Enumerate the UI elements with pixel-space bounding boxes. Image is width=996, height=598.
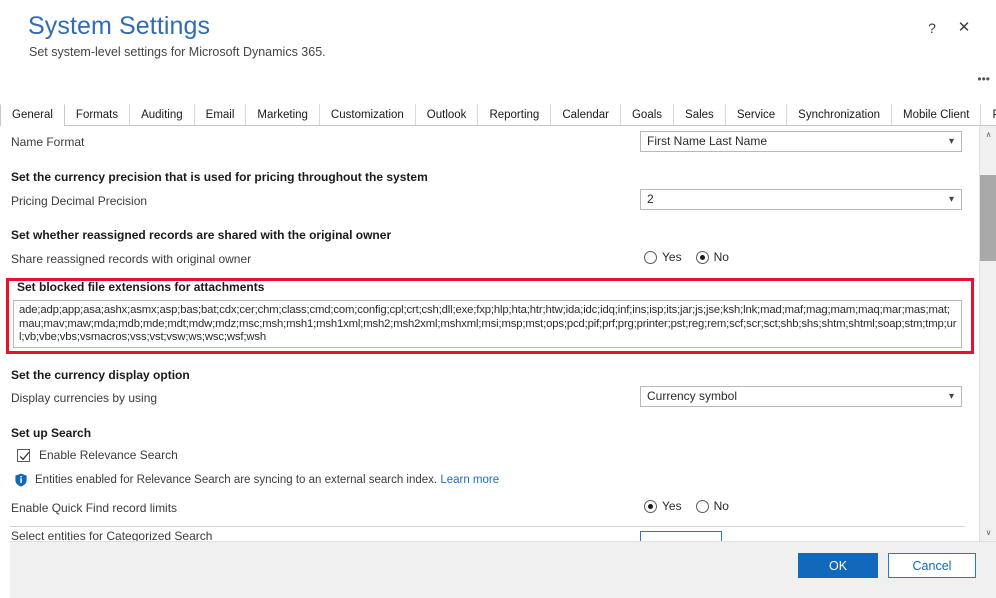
- tab-label: Auditing: [141, 108, 183, 121]
- radio-circle-icon: [695, 499, 709, 513]
- display-currencies-select[interactable]: Currency symbol ▾: [640, 386, 962, 407]
- blocked-extensions-heading: Set blocked file extensions for attachme…: [17, 280, 265, 294]
- checkbox-label: Enable Relevance Search: [39, 448, 178, 462]
- dialog-footer: OK Cancel: [0, 541, 996, 598]
- help-icon[interactable]: ?: [920, 16, 944, 40]
- section-divider: [10, 526, 965, 527]
- reassigned-records-heading: Set whether reassigned records are share…: [11, 228, 392, 242]
- tab-label: Outlook: [426, 108, 467, 121]
- categorized-search-select-button[interactable]: [640, 531, 722, 541]
- pricing-decimal-precision-select[interactable]: 2 ▾: [640, 189, 962, 210]
- tab-service[interactable]: Service: [725, 104, 788, 125]
- relevance-search-info: Entities enabled for Relevance Search ar…: [14, 473, 499, 487]
- tab-mobile-client[interactable]: Mobile Client: [892, 104, 982, 125]
- display-currencies-label: Display currencies by using: [11, 391, 158, 405]
- radio-label: Yes: [662, 499, 682, 513]
- general-settings-form: Name Format First Name Last Name ▾ Set t…: [0, 126, 978, 541]
- tab-label: General: [12, 109, 53, 121]
- ok-button[interactable]: OK: [798, 553, 878, 578]
- tab-auditing[interactable]: Auditing: [130, 104, 195, 125]
- checkmark-icon: [17, 448, 30, 462]
- info-message: Entities enabled for Relevance Search ar…: [35, 474, 438, 486]
- chevron-down-icon: ▾: [948, 391, 954, 402]
- radio-circle-icon: [644, 250, 657, 264]
- tab-outlook[interactable]: Outlook: [415, 104, 479, 125]
- settings-content-pane: Name Format First Name Last Name ▾ Set t…: [0, 126, 996, 541]
- blocked-extensions-textarea[interactable]: ade;adp;app;asa;ashx;asmx;asp;bas;bat;cd…: [13, 300, 962, 348]
- name-format-select[interactable]: First Name Last Name ▾: [640, 131, 962, 152]
- share-reassigned-label: Share reassigned records with original o…: [11, 252, 252, 266]
- setup-search-heading: Set up Search: [11, 426, 92, 440]
- tab-label: Previews: [992, 109, 996, 121]
- tab-label: Reporting: [489, 108, 540, 121]
- display-currencies-value: Currency symbol: [647, 389, 738, 403]
- tab-label: Email: [205, 108, 235, 121]
- tab-label: Marketing: [257, 108, 308, 121]
- page-subtitle: Set system-level settings for Microsoft …: [29, 45, 326, 59]
- tab-sales[interactable]: Sales: [674, 104, 726, 125]
- scrollbar-thumb[interactable]: [980, 175, 996, 261]
- learn-more-link[interactable]: Learn more: [440, 474, 499, 486]
- pricing-decimal-precision-label: Pricing Decimal Precision: [11, 194, 148, 208]
- tab-label: Sales: [685, 108, 714, 121]
- scroll-down-icon[interactable]: ∨: [980, 524, 996, 541]
- chevron-down-icon: ▾: [948, 194, 954, 205]
- tab-marketing[interactable]: Marketing: [246, 104, 320, 125]
- dialog-header: System Settings Set system-level setting…: [0, 0, 996, 100]
- tab-label: Calendar: [562, 108, 609, 121]
- tab-label: Mobile Client: [903, 108, 970, 121]
- name-format-value: First Name Last Name: [647, 134, 768, 148]
- settings-tabstrip: General Formats Auditing Email Marketing…: [0, 104, 996, 126]
- page-title: System Settings: [28, 12, 211, 40]
- tab-label: Customization: [330, 108, 404, 121]
- share-reassigned-radiogroup: Yes No: [644, 250, 729, 264]
- info-text: Entities enabled for Relevance Search ar…: [35, 474, 499, 486]
- info-icon: [14, 473, 28, 487]
- close-icon[interactable]: ✕: [952, 16, 976, 40]
- tab-goals[interactable]: Goals: [620, 104, 675, 125]
- scroll-up-icon[interactable]: ∧: [980, 126, 996, 143]
- currency-display-heading: Set the currency display option: [11, 368, 190, 382]
- tab-label: Service: [736, 108, 776, 121]
- footer-left-rail: [0, 541, 10, 598]
- system-settings-dialog: System Settings Set system-level setting…: [0, 0, 996, 598]
- name-format-label: Name Format: [11, 135, 85, 149]
- tab-general[interactable]: General: [0, 104, 65, 126]
- pricing-decimal-precision-value: 2: [647, 192, 654, 206]
- radio-label: No: [713, 250, 729, 264]
- tab-reporting[interactable]: Reporting: [478, 104, 552, 125]
- radio-label: Yes: [662, 250, 682, 264]
- radio-label: No: [713, 499, 729, 513]
- share-reassigned-yes-radio[interactable]: Yes: [644, 250, 682, 264]
- radio-circle-icon: [644, 499, 657, 513]
- chevron-down-icon: ▾: [948, 136, 954, 147]
- share-reassigned-no-radio[interactable]: No: [695, 250, 729, 264]
- tab-email[interactable]: Email: [194, 104, 247, 125]
- tab-label: Goals: [631, 108, 663, 121]
- enable-relevance-search-checkbox[interactable]: Enable Relevance Search: [17, 448, 178, 462]
- tab-label: Formats: [75, 108, 119, 121]
- cancel-button[interactable]: Cancel: [888, 553, 976, 578]
- tab-previews[interactable]: Previews: [981, 104, 996, 125]
- content-scrollbar[interactable]: ∧ ∨: [979, 126, 996, 541]
- quick-find-yes-radio[interactable]: Yes: [644, 499, 682, 513]
- quick-find-limits-radiogroup: Yes No: [644, 499, 729, 513]
- tab-label: Synchronization: [798, 108, 880, 121]
- radio-circle-icon: [695, 250, 709, 264]
- quick-find-no-radio[interactable]: No: [695, 499, 729, 513]
- currency-precision-heading: Set the currency precision that is used …: [11, 170, 428, 184]
- tab-customization[interactable]: Customization: [319, 104, 416, 125]
- quick-find-limits-label: Enable Quick Find record limits: [11, 501, 178, 515]
- tab-formats[interactable]: Formats: [64, 104, 131, 125]
- tab-calendar[interactable]: Calendar: [551, 104, 621, 125]
- categorized-search-label: Select entities for Categorized Search: [11, 529, 213, 541]
- tab-synchronization[interactable]: Synchronization: [787, 104, 892, 125]
- overflow-menu-icon[interactable]: •••: [977, 72, 990, 86]
